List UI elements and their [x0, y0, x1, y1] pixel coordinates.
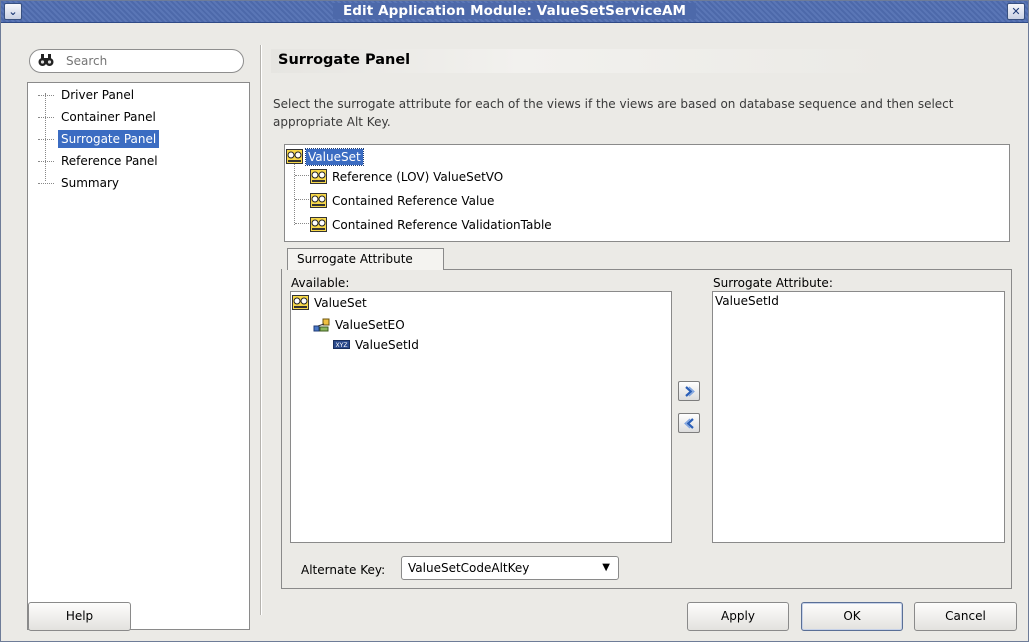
nav-item-label: Container Panel — [61, 110, 156, 124]
tree-node-label: Contained Reference ValidationTable — [332, 218, 552, 232]
help-button-label: Help — [65, 609, 94, 623]
tree-node-contained-reference-value[interactable]: Contained Reference Value — [310, 191, 496, 211]
available-label: Available: — [291, 276, 350, 290]
nav-item-summary[interactable]: Summary — [36, 172, 161, 194]
move-right-button[interactable] — [678, 381, 700, 401]
tree-node-label: ValueSet — [314, 296, 367, 310]
view-object-icon — [310, 193, 327, 208]
available-list[interactable]: ValueSet ValueSetEO XYZ ValueSetId — [290, 291, 672, 543]
alternate-key-value: ValueSetCodeAltKey — [408, 561, 530, 575]
tree-node-label: ValueSetId — [355, 338, 419, 352]
cancel-button-label: Cancel — [945, 609, 986, 623]
alternate-key-label: Alternate Key: — [301, 563, 386, 577]
help-button[interactable]: Help — [28, 602, 131, 631]
nav-item-label: Driver Panel — [61, 88, 135, 102]
available-node-valueset[interactable]: ValueSet — [292, 293, 369, 313]
search-input[interactable] — [64, 53, 234, 69]
tab-label: Surrogate Attribute — [297, 252, 413, 266]
double-chevron-right-icon — [685, 386, 695, 397]
entity-object-icon — [313, 317, 330, 332]
apply-button[interactable]: Apply — [687, 602, 789, 631]
nav-item-label: Surrogate Panel — [58, 130, 160, 148]
surrogate-attribute-label: Surrogate Attribute: — [713, 276, 833, 290]
cancel-button[interactable]: Cancel — [914, 602, 1017, 631]
navigation-tree: Driver Panel Container Panel Surrogate P… — [36, 84, 161, 194]
nav-item-surrogate-panel[interactable]: Surrogate Panel — [36, 128, 161, 150]
view-object-icon — [310, 169, 327, 184]
splitter[interactable] — [260, 45, 262, 615]
panel-header: Surrogate Panel — [271, 49, 893, 73]
tree-node-valueset[interactable]: ValueSet — [286, 147, 364, 167]
view-object-icon — [292, 295, 309, 310]
dropdown-arrow-icon: ▼ — [602, 562, 610, 573]
window-title: Edit Application Module: ValueSetService… — [332, 3, 697, 19]
tree-node-contained-reference-validationtable[interactable]: Contained Reference ValidationTable — [310, 215, 554, 235]
binoculars-icon — [38, 53, 54, 71]
ok-button[interactable]: OK — [801, 602, 903, 631]
title-bar[interactable]: ⌄ Edit Application Module: ValueSetServi… — [1, 1, 1028, 23]
ok-button-label: OK — [843, 609, 861, 623]
nav-item-container-panel[interactable]: Container Panel — [36, 106, 161, 128]
tab-surrogate-attribute[interactable]: Surrogate Attribute — [287, 248, 444, 270]
window-close-button[interactable]: ✕ — [1007, 3, 1025, 20]
page-title: Surrogate Panel — [278, 52, 411, 68]
tree-node-label: Reference (LOV) ValueSetVO — [332, 170, 504, 184]
tree-node-label: ValueSetEO — [335, 318, 405, 332]
navigation-panel: Driver Panel Container Panel Surrogate P… — [27, 82, 250, 630]
tree-node-label: ValueSet — [305, 148, 364, 166]
search-field[interactable] — [29, 49, 244, 73]
svg-text:XYZ: XYZ — [336, 342, 348, 349]
tree-node-reference-lov[interactable]: Reference (LOV) ValueSetVO — [310, 167, 505, 187]
nav-item-driver-panel[interactable]: Driver Panel — [36, 84, 161, 106]
edit-application-module-dialog: ⌄ Edit Application Module: ValueSetServi… — [0, 0, 1029, 642]
apply-button-label: Apply — [721, 609, 755, 623]
attribute-icon: XYZ — [333, 337, 350, 352]
view-object-tree: ValueSet Reference (LOV) ValueSetVO Cont… — [284, 144, 1010, 242]
nav-item-label: Reference Panel — [61, 154, 158, 168]
nav-item-reference-panel[interactable]: Reference Panel — [36, 150, 161, 172]
panel-description: Select the surrogate attribute for each … — [273, 97, 954, 129]
view-object-icon — [310, 217, 327, 232]
available-node-entity[interactable]: ValueSetEO — [313, 315, 407, 335]
view-object-icon — [286, 149, 303, 164]
double-chevron-left-icon — [684, 418, 694, 429]
tree-node-label: Contained Reference Value — [332, 194, 495, 208]
surrogate-attribute-list[interactable]: ValueSetId — [712, 291, 1005, 543]
close-icon: ✕ — [1011, 5, 1021, 18]
available-node-attribute[interactable]: XYZ ValueSetId — [333, 335, 421, 355]
alternate-key-select[interactable]: ValueSetCodeAltKey ▼ — [401, 556, 619, 580]
move-left-button[interactable] — [678, 413, 700, 433]
list-item[interactable]: ValueSetId — [715, 294, 779, 308]
nav-item-label: Summary — [61, 176, 119, 190]
